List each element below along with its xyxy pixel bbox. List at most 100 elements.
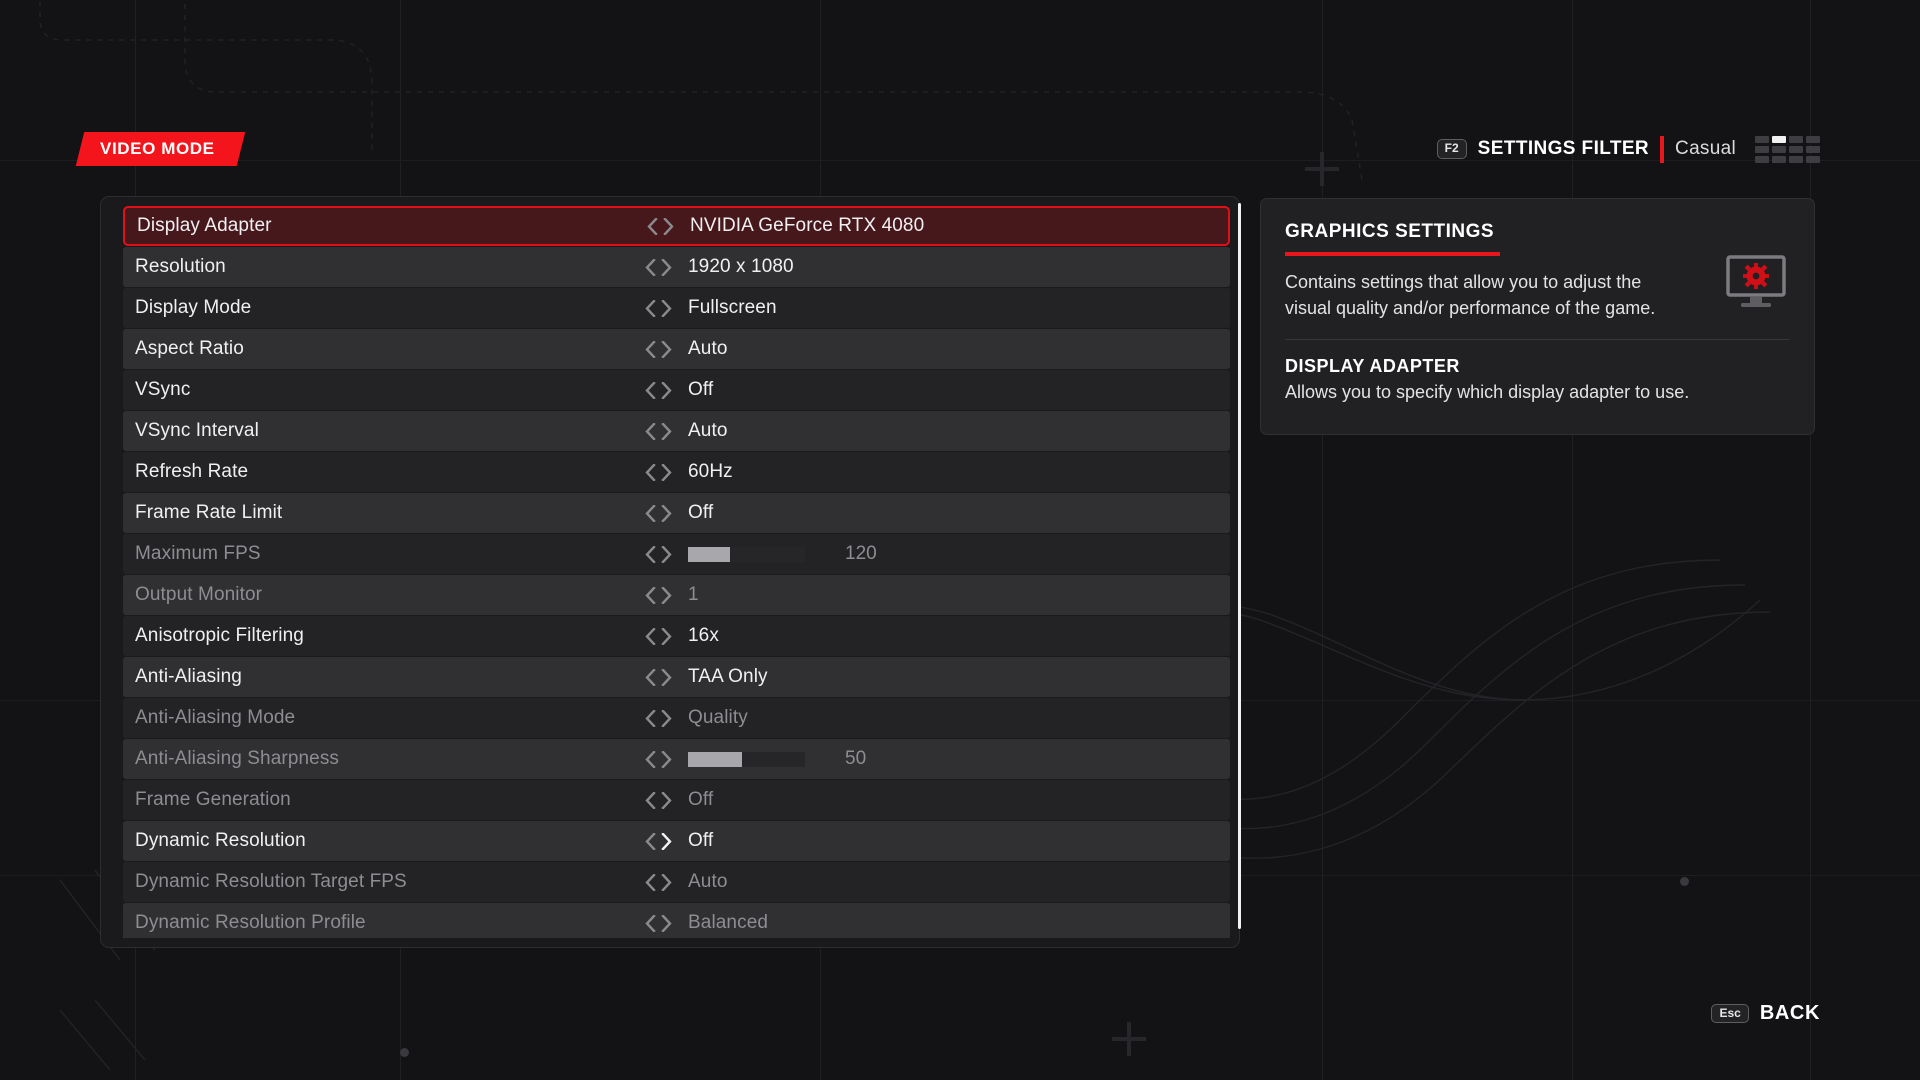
chevron-right-icon[interactable] bbox=[660, 668, 672, 686]
chevron-left-icon[interactable] bbox=[644, 750, 656, 768]
settings-row[interactable]: Dynamic Resolution Profile Balanced bbox=[123, 903, 1230, 938]
settings-row[interactable]: Dynamic Resolution Off bbox=[123, 821, 1230, 861]
chevron-right-icon[interactable] bbox=[660, 504, 672, 522]
row-control[interactable]: Auto bbox=[638, 420, 728, 442]
settings-row[interactable]: Anti-Aliasing Sharpness 50 bbox=[123, 739, 1230, 779]
chevron-left-icon[interactable] bbox=[644, 873, 656, 891]
settings-row[interactable]: VSync Off bbox=[123, 370, 1230, 410]
settings-row[interactable]: VSync Interval Auto bbox=[123, 411, 1230, 451]
settings-row[interactable]: Dynamic Resolution Target FPS Auto bbox=[123, 862, 1230, 902]
chevron-left-icon[interactable] bbox=[644, 914, 656, 932]
row-control[interactable]: Off bbox=[638, 830, 713, 852]
value-arrows[interactable] bbox=[638, 545, 678, 563]
chevron-right-icon[interactable] bbox=[660, 422, 672, 440]
chevron-left-icon[interactable] bbox=[644, 668, 656, 686]
row-control[interactable]: Balanced bbox=[638, 912, 768, 934]
chevron-right-icon[interactable] bbox=[660, 381, 672, 399]
value-arrows[interactable] bbox=[638, 873, 678, 891]
chevron-left-icon[interactable] bbox=[644, 832, 656, 850]
row-control[interactable]: Off bbox=[638, 502, 713, 524]
chevron-right-icon[interactable] bbox=[660, 463, 672, 481]
settings-row[interactable]: Frame Generation Off bbox=[123, 780, 1230, 820]
row-control[interactable]: Quality bbox=[638, 707, 748, 729]
chevron-right-icon[interactable] bbox=[660, 299, 672, 317]
value-arrows[interactable] bbox=[638, 586, 678, 604]
value-slider[interactable] bbox=[688, 751, 805, 767]
row-control[interactable]: 120 bbox=[638, 543, 877, 565]
value-arrows[interactable] bbox=[638, 627, 678, 645]
chevron-right-icon[interactable] bbox=[660, 709, 672, 727]
chevron-right-icon[interactable] bbox=[660, 586, 672, 604]
settings-row[interactable]: Output Monitor 1 bbox=[123, 575, 1230, 615]
row-control[interactable]: NVIDIA GeForce RTX 4080 bbox=[640, 215, 924, 237]
value-arrows[interactable] bbox=[638, 750, 678, 768]
chevron-right-icon[interactable] bbox=[660, 914, 672, 932]
row-control[interactable]: TAA Only bbox=[638, 666, 768, 688]
value-arrows[interactable] bbox=[638, 422, 678, 440]
row-control[interactable]: 16x bbox=[638, 625, 719, 647]
row-control[interactable]: 50 bbox=[638, 748, 866, 770]
chevron-left-icon[interactable] bbox=[644, 545, 656, 563]
track-dot-icon bbox=[1680, 877, 1689, 886]
chevron-left-icon[interactable] bbox=[644, 586, 656, 604]
row-label: Output Monitor bbox=[135, 584, 263, 605]
chevron-right-icon[interactable] bbox=[660, 832, 672, 850]
chevron-right-icon[interactable] bbox=[662, 217, 674, 235]
chevron-right-icon[interactable] bbox=[660, 873, 672, 891]
value-arrows[interactable] bbox=[638, 914, 678, 932]
settings-row[interactable]: Anti-Aliasing Mode Quality bbox=[123, 698, 1230, 738]
chevron-left-icon[interactable] bbox=[644, 463, 656, 481]
row-control[interactable]: Auto bbox=[638, 338, 728, 360]
back-button[interactable]: Esc BACK bbox=[1711, 1002, 1820, 1025]
row-control[interactable]: Auto bbox=[638, 871, 728, 893]
value-arrows[interactable] bbox=[638, 258, 678, 276]
chevron-left-icon[interactable] bbox=[644, 627, 656, 645]
chevron-right-icon[interactable] bbox=[660, 627, 672, 645]
chevron-left-icon[interactable] bbox=[644, 709, 656, 727]
row-control[interactable]: 1920 x 1080 bbox=[638, 256, 794, 278]
settings-row[interactable]: Maximum FPS 120 bbox=[123, 534, 1230, 574]
settings-row[interactable]: Resolution 1920 x 1080 bbox=[123, 247, 1230, 287]
settings-row[interactable]: Frame Rate Limit Off bbox=[123, 493, 1230, 533]
chevron-right-icon[interactable] bbox=[660, 545, 672, 563]
value-arrows[interactable] bbox=[638, 504, 678, 522]
value-arrows[interactable] bbox=[638, 463, 678, 481]
value-arrows[interactable] bbox=[638, 832, 678, 850]
row-control[interactable]: 60Hz bbox=[638, 461, 733, 483]
chevron-left-icon[interactable] bbox=[644, 504, 656, 522]
chevron-left-icon[interactable] bbox=[644, 381, 656, 399]
chevron-left-icon[interactable] bbox=[644, 299, 656, 317]
value-arrows[interactable] bbox=[638, 299, 678, 317]
row-control[interactable]: 1 bbox=[638, 584, 699, 606]
value-arrows[interactable] bbox=[640, 217, 680, 235]
chevron-right-icon[interactable] bbox=[660, 258, 672, 276]
settings-filter-bar[interactable]: F2 SETTINGS FILTER Casual bbox=[1436, 134, 1820, 164]
chevron-left-icon[interactable] bbox=[644, 340, 656, 358]
value-arrows[interactable] bbox=[638, 668, 678, 686]
value-slider[interactable] bbox=[688, 546, 805, 562]
value-arrows[interactable] bbox=[638, 709, 678, 727]
chevron-left-icon[interactable] bbox=[644, 791, 656, 809]
settings-row[interactable]: Display Mode Fullscreen bbox=[123, 288, 1230, 328]
row-control[interactable]: Fullscreen bbox=[638, 297, 777, 319]
settings-row[interactable]: Anisotropic Filtering 16x bbox=[123, 616, 1230, 656]
list-scrollbar[interactable] bbox=[1238, 203, 1241, 929]
chevron-left-icon[interactable] bbox=[644, 258, 656, 276]
settings-row[interactable]: Display Adapter NVIDIA GeForce RTX 4080 bbox=[123, 206, 1230, 246]
value-arrows[interactable] bbox=[638, 340, 678, 358]
row-control[interactable]: Off bbox=[638, 789, 713, 811]
row-label: Resolution bbox=[135, 256, 226, 277]
chevron-right-icon[interactable] bbox=[660, 791, 672, 809]
settings-filter-value: Casual bbox=[1675, 138, 1736, 159]
settings-row[interactable]: Aspect Ratio Auto bbox=[123, 329, 1230, 369]
settings-list[interactable]: Display Adapter NVIDIA GeForce RTX 4080 Re… bbox=[123, 206, 1230, 938]
settings-row[interactable]: Refresh Rate 60Hz bbox=[123, 452, 1230, 492]
chevron-left-icon[interactable] bbox=[644, 422, 656, 440]
value-arrows[interactable] bbox=[638, 791, 678, 809]
value-arrows[interactable] bbox=[638, 381, 678, 399]
settings-row[interactable]: Anti-Aliasing TAA Only bbox=[123, 657, 1230, 697]
row-control[interactable]: Off bbox=[638, 379, 713, 401]
chevron-right-icon[interactable] bbox=[660, 340, 672, 358]
chevron-left-icon[interactable] bbox=[646, 217, 658, 235]
chevron-right-icon[interactable] bbox=[660, 750, 672, 768]
